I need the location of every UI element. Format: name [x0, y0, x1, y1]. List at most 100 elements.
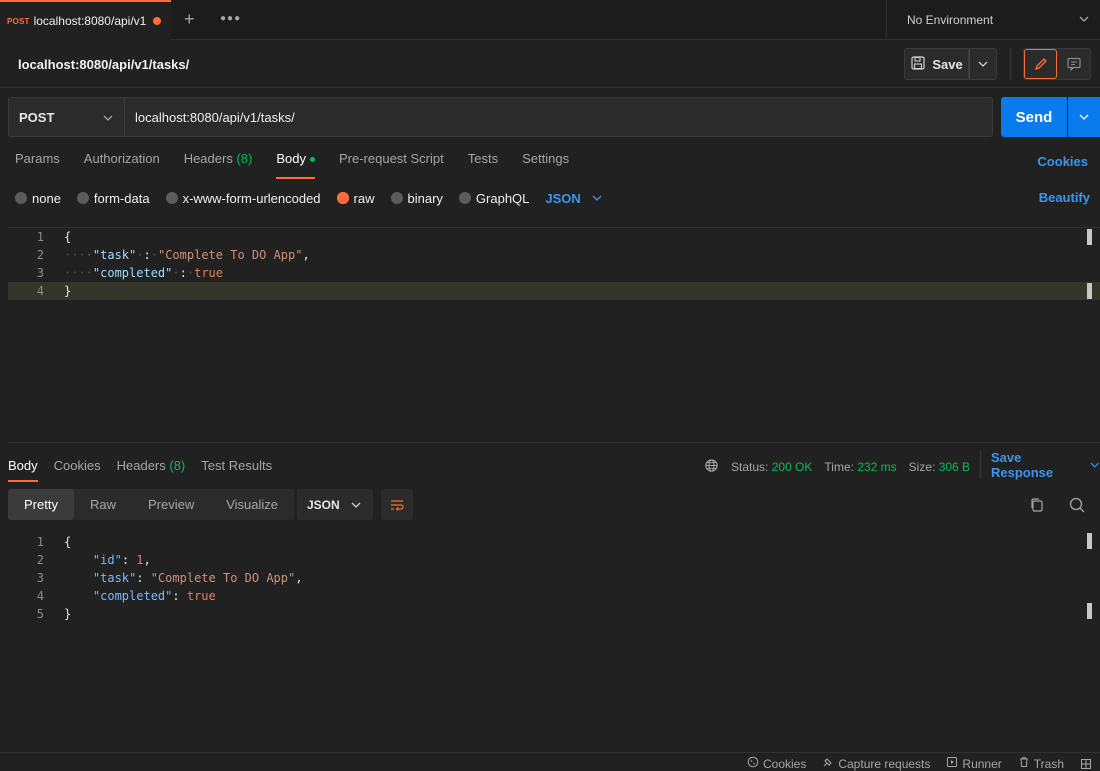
tab-settings[interactable]: Settings [522, 151, 569, 179]
send-button[interactable]: Send [1001, 97, 1067, 137]
scrollbar[interactable] [1087, 229, 1092, 245]
json-value: 1 [136, 553, 144, 567]
tab-strip: POST localhost:8080/api/v1 + ●●● No Envi… [0, 0, 1100, 40]
tab-prerequest-script[interactable]: Pre-request Script [339, 151, 444, 179]
view-visualize[interactable]: Visualize [210, 489, 294, 520]
radio-circle [165, 192, 178, 204]
beautify-link[interactable]: Beautify [1039, 190, 1090, 205]
body-indicator-dot [309, 157, 315, 163]
footer-label: Capture requests [838, 756, 931, 771]
radio-circle [15, 192, 27, 204]
save-response-button[interactable]: Save Response [980, 450, 1100, 480]
code-text: "completed": true [92, 589, 216, 603]
radio-label: binary [407, 190, 443, 206]
radio-circle-selected [336, 192, 349, 204]
radio-label: GraphQL [475, 190, 530, 206]
line-number: 1 [36, 535, 44, 549]
code-line: 2 "id": 1, [8, 551, 1100, 569]
url-value: localhost:8080/api/v1/tasks/ [135, 109, 295, 125]
edit-mode-button[interactable] [1024, 49, 1057, 79]
comment-icon [1066, 57, 1081, 72]
view-raw[interactable]: Raw [74, 489, 132, 520]
request-tab[interactable]: POST localhost:8080/api/v1 [0, 0, 171, 40]
response-format-select[interactable]: JSON [297, 489, 373, 520]
more-tabs-icon[interactable]: ●●● [220, 13, 241, 24]
tab-params[interactable]: Params [15, 151, 60, 179]
radio-label: x-www-form-urlencoded [182, 190, 321, 206]
json-value: "Complete To DO App" [157, 248, 303, 262]
tab-headers[interactable]: Headers (8) [184, 151, 253, 179]
scrollbar-marker [1087, 603, 1092, 619]
environment-label: No Environment [907, 13, 994, 27]
view-mode-toggle [1023, 48, 1091, 80]
divider [1010, 48, 1011, 80]
search-icon[interactable] [1068, 496, 1086, 517]
save-button[interactable]: Save [904, 48, 969, 80]
radio-urlencoded[interactable]: x-www-form-urlencoded [165, 190, 321, 206]
radio-form-data[interactable]: form-data [76, 190, 150, 206]
method-select[interactable]: POST [8, 97, 124, 137]
time-label: Time: [824, 460, 854, 474]
footer-label: Cookies [762, 756, 807, 771]
url-input[interactable]: localhost:8080/api/v1/tasks/ [124, 97, 993, 137]
headers-count: (8) [236, 151, 253, 166]
code-line: 2 ····"task"·:·"Complete To DO App", [8, 246, 1100, 264]
globe-icon[interactable] [704, 458, 719, 476]
request-body-editor[interactable]: 1{ 2 ····"task"·:·"Complete To DO App", 3… [8, 227, 1100, 443]
tab-authorization[interactable]: Authorization [84, 151, 160, 179]
status-label: Status: [731, 460, 769, 474]
status: Status: 200 OK [731, 460, 812, 474]
response-status: Status: 200 OK Time: 232 ms Size: 306 B [704, 458, 970, 476]
footer-label: Trash [1033, 756, 1064, 771]
time: Time: 232 ms [824, 460, 896, 474]
unsaved-dot [153, 17, 162, 25]
response-body-viewer[interactable]: 1{ 2 "id": 1, 3 "task": "Complete To DO … [8, 533, 1100, 748]
radio-raw[interactable]: raw [336, 190, 375, 206]
line-number: 2 [36, 553, 44, 567]
line-number: 4 [36, 284, 44, 298]
comment-mode-button[interactable] [1057, 49, 1090, 79]
response-tabs: Body Cookies Headers (8) Test Results [8, 458, 272, 482]
json-key: "task" [92, 571, 137, 585]
tab-response-cookies[interactable]: Cookies [54, 458, 101, 482]
pencil-icon [1034, 58, 1047, 71]
radio-label: none [32, 190, 61, 206]
save-options-button[interactable] [969, 48, 997, 80]
tab-response-headers[interactable]: Headers (8) [117, 458, 186, 482]
chevron-down-icon [978, 61, 988, 67]
tab-body-label: Body [276, 151, 306, 166]
tab-test-results[interactable]: Test Results [201, 458, 272, 482]
cookies-link[interactable]: Cookies [1037, 154, 1088, 169]
code-line: 3 ····"completed"·:·true [8, 264, 1100, 282]
save-label: Save [932, 56, 963, 72]
chevron-down-icon [1079, 114, 1089, 120]
chevron-down-icon [1090, 462, 1099, 468]
body-format-select[interactable]: JSON [545, 190, 602, 206]
radio-graphql[interactable]: GraphQL [458, 190, 530, 206]
code-text: } [64, 607, 72, 621]
chevron-down-icon [351, 502, 361, 508]
view-preview[interactable]: Preview [132, 489, 210, 520]
code-line: 5} [8, 605, 1100, 623]
code-text: ····"completed"·:·true [64, 266, 223, 280]
send-options-button[interactable] [1068, 97, 1100, 137]
copy-icon[interactable] [1028, 496, 1046, 517]
body-type-options: none form-data x-www-form-urlencoded raw… [15, 190, 603, 206]
radio-label: form-data [93, 190, 150, 206]
line-number: 5 [36, 607, 44, 621]
plus-icon[interactable]: + [184, 9, 200, 29]
tab-body[interactable]: Body [276, 151, 315, 179]
radio-none[interactable]: none [15, 190, 61, 206]
tab-response-body[interactable]: Body [8, 458, 38, 482]
status-value: 200 OK [771, 460, 813, 474]
view-pretty[interactable]: Pretty [8, 489, 74, 520]
code-text: } [64, 284, 72, 298]
tab-tests[interactable]: Tests [468, 151, 498, 179]
radio-binary[interactable]: binary [390, 190, 443, 206]
wrap-lines-icon[interactable] [381, 489, 413, 520]
code-text: { [64, 535, 72, 549]
scrollbar-marker [1087, 283, 1092, 299]
scrollbar[interactable] [1087, 533, 1092, 549]
environment-select[interactable]: No Environment [886, 0, 1100, 40]
size: Size: 306 B [909, 460, 970, 474]
